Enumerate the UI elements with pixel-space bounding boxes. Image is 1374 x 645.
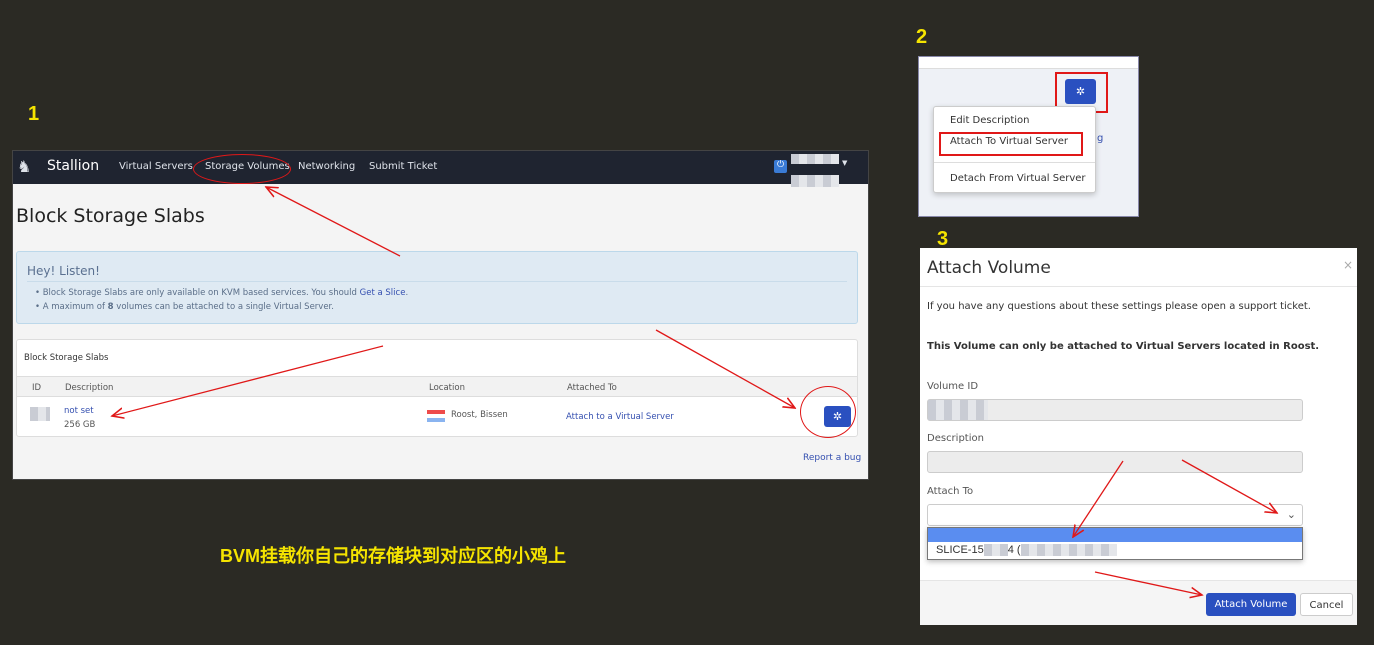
arrow bbox=[1073, 460, 1124, 537]
arrow bbox=[266, 187, 401, 257]
annotation-arrows bbox=[0, 0, 1374, 645]
arrow bbox=[655, 329, 795, 408]
arrow bbox=[1181, 459, 1277, 513]
arrow bbox=[112, 345, 384, 416]
arrow bbox=[1094, 571, 1202, 595]
